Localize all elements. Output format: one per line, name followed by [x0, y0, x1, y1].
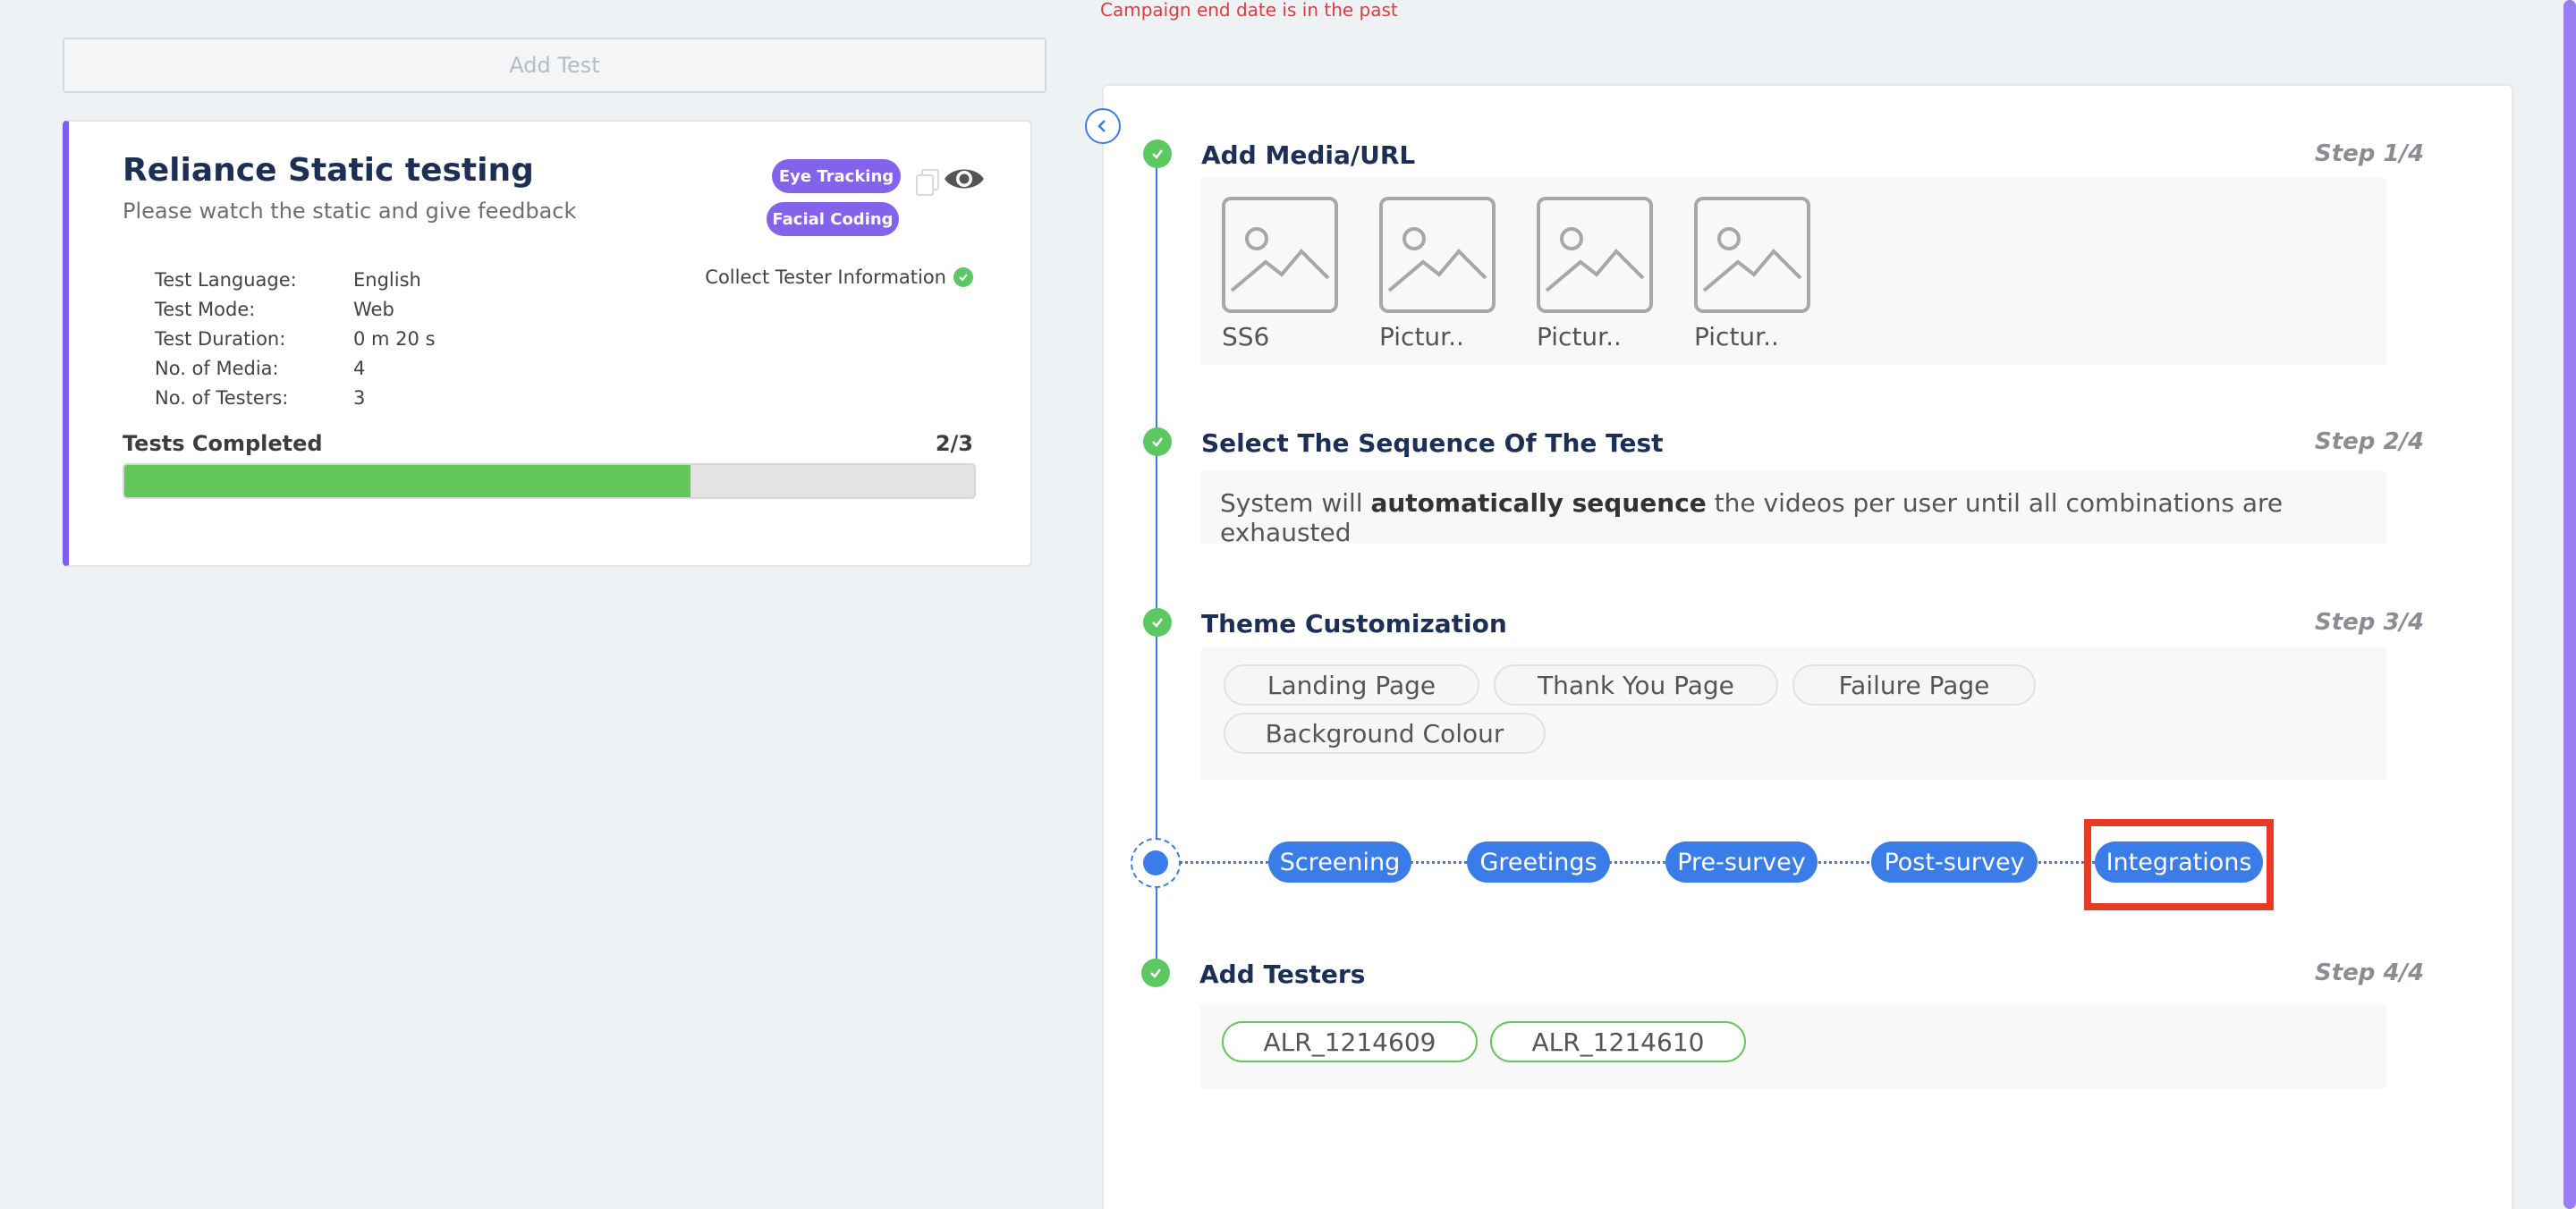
step-4-title: Add Testers: [1199, 960, 1366, 989]
tests-progress-bar: [123, 463, 976, 499]
tester-chip[interactable]: ALR_1214610: [1490, 1021, 1746, 1062]
copy-icon[interactable]: [915, 168, 940, 197]
info-value: Web: [353, 298, 394, 320]
failure-page-option[interactable]: Failure Page: [1792, 664, 2036, 706]
add-test-button[interactable]: Add Test: [63, 38, 1046, 93]
info-row-duration: Test Duration: 0 m 20 s: [155, 324, 436, 353]
eye-icon[interactable]: [942, 161, 987, 197]
collect-tester-info-label: Collect Tester Information: [705, 266, 946, 288]
media-item[interactable]: SS6: [1222, 197, 1338, 351]
image-placeholder-icon: [1222, 197, 1338, 313]
test-info: Test Language: English Test Mode: Web Te…: [155, 265, 436, 412]
step-1-check-icon: [1143, 140, 1172, 168]
media-name: Pictur..: [1379, 322, 1464, 351]
current-step-indicator: [1131, 838, 1181, 888]
testers-box: ALR_1214609 ALR_1214610: [1200, 1003, 2386, 1089]
media-name: Pictur..: [1537, 322, 1622, 351]
thank-you-page-option[interactable]: Thank You Page: [1494, 664, 1778, 706]
step-4-check-icon: [1141, 959, 1170, 987]
highlight-box: [2084, 819, 2274, 910]
background-colour-option[interactable]: Background Colour: [1224, 713, 1546, 754]
info-value: 4: [353, 357, 366, 379]
tests-completed-value: 2/3: [935, 431, 973, 456]
chevron-left-icon: [1097, 120, 1106, 132]
sequence-text-start: System will: [1220, 488, 1371, 518]
post-survey-button[interactable]: Post-survey: [1871, 841, 2038, 883]
collect-tester-info: Collect Tester Information: [705, 266, 973, 288]
sequence-text-bold: automatically sequence: [1370, 488, 1707, 518]
image-placeholder-icon: [1537, 197, 1653, 313]
media-box: SS6 Pictur.. Pictur.. Pictur..: [1200, 177, 2386, 365]
theme-box: Landing Page Thank You Page Failure Page…: [1200, 647, 2386, 780]
step-3-title: Theme Customization: [1201, 609, 1507, 638]
step-3-check-icon: [1143, 608, 1172, 637]
pre-survey-button[interactable]: Pre-survey: [1665, 841, 1818, 883]
step-2-check-icon: [1143, 427, 1172, 456]
media-name: SS6: [1222, 322, 1270, 351]
step-1-number: Step 1/4: [2315, 140, 2425, 167]
screening-button[interactable]: Screening: [1268, 841, 1411, 883]
info-row-testers: No. of Testers: 3: [155, 383, 436, 412]
error-message: Campaign end date is in the past: [1100, 0, 1398, 21]
step-3-number: Step 3/4: [2315, 609, 2425, 636]
sequence-box: System will automatically sequence the v…: [1200, 470, 2386, 547]
info-label: No. of Testers:: [155, 386, 289, 409]
test-title: Reliance Static testing: [123, 152, 534, 189]
current-step-dot: [1143, 850, 1168, 875]
info-value: English: [353, 268, 421, 291]
test-subtitle: Please watch the static and give feedbac…: [123, 199, 577, 224]
tests-completed-label: Tests Completed: [123, 431, 323, 456]
info-label: Test Duration:: [155, 327, 286, 350]
info-value: 3: [353, 386, 366, 409]
info-row-language: Test Language: English: [155, 265, 436, 294]
eye-tracking-badge: Eye Tracking: [772, 159, 901, 193]
image-placeholder-icon: [1694, 197, 1810, 313]
tester-chip[interactable]: ALR_1214609: [1222, 1021, 1478, 1062]
tests-progress-fill: [124, 465, 691, 497]
info-row-media: No. of Media: 4: [155, 353, 436, 383]
step-2-number: Step 2/4: [2315, 428, 2425, 455]
step-2-title: Select The Sequence Of The Test: [1201, 428, 1664, 458]
media-item[interactable]: Pictur..: [1537, 197, 1653, 351]
media-item[interactable]: Pictur..: [1379, 197, 1496, 351]
info-label: Test Mode:: [155, 298, 256, 320]
check-icon: [953, 267, 973, 287]
landing-page-option[interactable]: Landing Page: [1224, 664, 1479, 706]
image-placeholder-icon: [1379, 197, 1496, 313]
facial-coding-badge: Facial Coding: [767, 202, 899, 236]
step-1-title: Add Media/URL: [1201, 140, 1416, 170]
info-label: No. of Media:: [155, 357, 279, 379]
collapse-button[interactable]: [1085, 108, 1121, 144]
media-item[interactable]: Pictur..: [1694, 197, 1810, 351]
greetings-button[interactable]: Greetings: [1467, 841, 1610, 883]
scrollbar[interactable]: [2563, 0, 2576, 1209]
info-row-mode: Test Mode: Web: [155, 294, 436, 324]
info-value: 0 m 20 s: [353, 327, 436, 350]
test-card[interactable]: Reliance Static testing Please watch the…: [63, 120, 1032, 567]
media-name: Pictur..: [1694, 322, 1779, 351]
step-4-number: Step 4/4: [2315, 960, 2425, 986]
info-label: Test Language:: [155, 268, 297, 291]
sequence-description: System will automatically sequence the v…: [1220, 488, 2386, 547]
